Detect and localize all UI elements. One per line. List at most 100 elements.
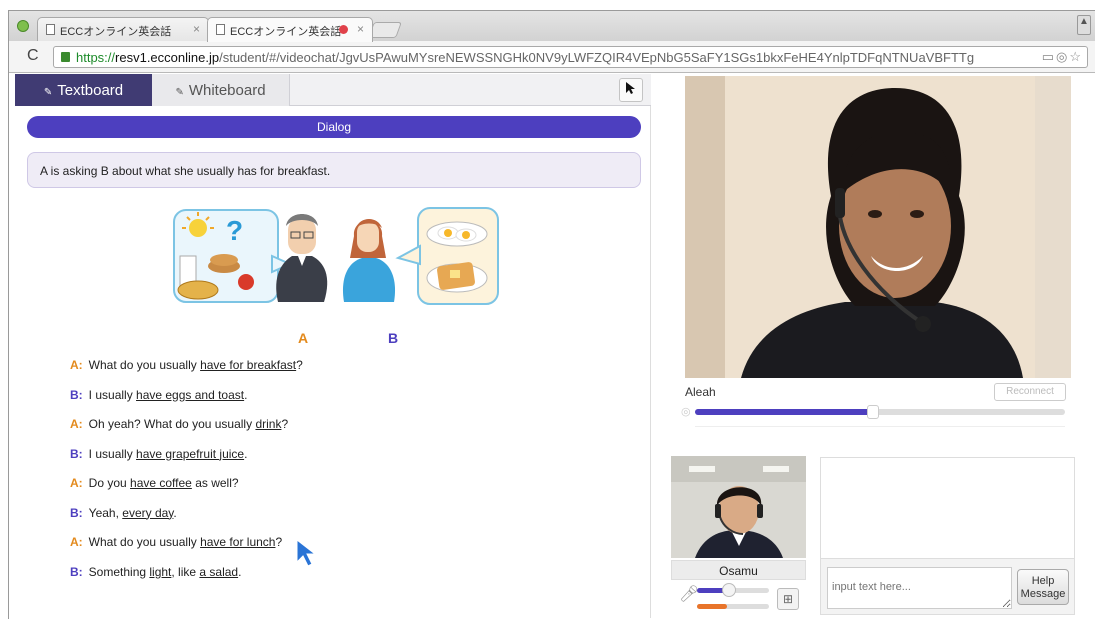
browser-tab-2[interactable]: ECCオンライン英会話 × — [207, 17, 373, 42]
context-box: A is asking B about what she usually has… — [27, 152, 641, 188]
dialog-line: B: Something light, like a salad. — [70, 565, 241, 579]
tutor-video — [685, 76, 1071, 378]
speaker-label: B: — [70, 564, 83, 579]
speaker-label: A: — [70, 417, 83, 431]
key-phrase: a salad — [199, 564, 239, 579]
illustration-label-b: B — [388, 330, 399, 346]
browser-window: ECCオンライン英会話 × ECCオンライン英会話 × ▲ C https://… — [8, 10, 1095, 619]
url-host: resv1.ecconline.jp — [115, 50, 220, 65]
speaker-label: A: — [70, 358, 83, 372]
section-title: Dialog — [27, 116, 641, 138]
dialog-line: A: Oh yeah? What do you usually drink? — [70, 417, 288, 431]
volume-fill — [695, 409, 873, 415]
reload-icon[interactable]: C — [27, 47, 39, 65]
key-phrase: light — [149, 564, 172, 579]
dialog-line: A: Do you have coffee as well? — [70, 476, 239, 490]
speaker-label: B: — [70, 387, 83, 402]
speaker-label: B: — [70, 505, 83, 520]
chat-box: Help Message — [820, 457, 1075, 615]
tab-textboard[interactable]: ✎ Textboard — [15, 74, 152, 106]
mic-level-fill — [697, 604, 728, 609]
dialog-text: I usually — [88, 387, 137, 402]
speaker-label: A: — [70, 476, 83, 490]
microphone-icon: 🎤︎ — [679, 586, 700, 603]
dialog-text: ? — [275, 535, 283, 549]
key-phrase: have coffee — [130, 476, 192, 490]
dialog-line: B: I usually have eggs and toast. — [70, 388, 247, 402]
chat-footer: Help Message — [821, 558, 1074, 614]
dialog-text: , like — [171, 564, 200, 579]
pointer-tool-button[interactable] — [619, 78, 643, 102]
tab-label: Whiteboard — [188, 82, 266, 99]
dialog-text: . — [244, 387, 248, 402]
speaker-label: A: — [70, 535, 83, 549]
new-tab-button[interactable] — [368, 22, 402, 38]
dialog-text: I usually — [88, 446, 137, 461]
board-tabs: ✎ Textboard ✎ Whiteboard — [15, 74, 651, 106]
key-phrase: have for lunch — [200, 535, 276, 549]
dialog-line: B: Yeah, every day. — [70, 506, 177, 520]
mouse-pointer-icon — [296, 538, 317, 567]
dialog-line: A: What do you usually have for lunch? — [70, 535, 282, 549]
cursor-icon — [626, 82, 635, 94]
dialog-text: Something — [88, 564, 150, 579]
layout-icon: ⊞ — [782, 592, 794, 606]
tab-strip: ECCオンライン英会話 × ECCオンライン英会話 × ▲ — [9, 11, 1095, 42]
close-tab-icon[interactable]: × — [357, 22, 364, 36]
pencil-icon: ✎ — [43, 87, 53, 98]
dialog-text: Do you — [88, 476, 131, 490]
mic-level-meter — [697, 604, 769, 609]
mic-slider-handle[interactable] — [722, 583, 737, 597]
key-phrase: have for breakfast — [200, 358, 297, 372]
tab-title: ECCオンライン英会話 — [60, 26, 172, 38]
dialog-text: Oh yeah? What do you usually — [88, 417, 256, 431]
volume-slider-handle[interactable] — [866, 405, 879, 419]
address-bar-row: C https://resv1.ecconline.jp/student/#/v… — [9, 41, 1095, 73]
dialog-text: Yeah, — [88, 505, 123, 520]
url-scheme: https:// — [76, 50, 116, 65]
app-icon[interactable] — [17, 20, 29, 32]
illustration-label-a: A — [298, 330, 309, 346]
dialog-text: ? — [281, 417, 289, 431]
dialog-line: A: What do you usually have for breakfast… — [70, 358, 303, 372]
page-icon — [46, 24, 55, 35]
dialog-line: B: I usually have grapefruit juice. — [70, 447, 247, 461]
tab-title: ECCオンライン英会話 — [230, 26, 342, 38]
chat-input[interactable] — [827, 567, 1012, 609]
speaker-icon: ◎ — [681, 406, 691, 418]
recording-icon — [339, 25, 348, 34]
profile-icon[interactable]: ▲ — [1077, 15, 1091, 35]
student-video — [671, 456, 806, 558]
lock-icon — [61, 52, 70, 62]
svg-text:?: ? — [226, 215, 243, 246]
tab-label: Textboard — [57, 82, 124, 99]
close-tab-icon[interactable]: × — [193, 22, 200, 36]
student-name: Osamu — [671, 560, 806, 580]
url-path: /student/#/videochat/JgvUsPAwuMYsreNEWSS… — [219, 50, 975, 65]
dialog-text: . — [173, 505, 177, 520]
address-bar[interactable]: https://resv1.ecconline.jp/student/#/vid… — [53, 46, 1088, 68]
browser-tab-1[interactable]: ECCオンライン英会話 × — [37, 17, 209, 41]
help-message-button[interactable]: Help Message — [1017, 569, 1069, 605]
tab-whiteboard[interactable]: ✎ Whiteboard — [152, 74, 290, 106]
breakfast-illustration: ? A B — [172, 206, 502, 354]
key-phrase: have eggs and toast — [136, 387, 245, 402]
extension-icons[interactable]: ▭◎☆ — [1042, 49, 1083, 65]
dialog-text: . — [244, 446, 248, 461]
dialog-text: What do you usually — [88, 535, 201, 549]
page-icon — [216, 24, 225, 35]
reconnect-button[interactable]: Reconnect — [994, 383, 1066, 401]
key-phrase: drink — [255, 417, 282, 431]
volume-slider[interactable] — [695, 405, 1065, 419]
speaker-label: B: — [70, 446, 83, 461]
textboard-content: Dialog A is asking B about what she usua… — [15, 106, 651, 618]
dialog-text: What do you usually — [88, 358, 201, 372]
key-phrase: every day — [122, 505, 174, 520]
layout-toggle-button[interactable]: ⊞ — [777, 588, 799, 610]
divider — [695, 426, 1065, 427]
mic-volume-slider[interactable] — [697, 583, 769, 597]
tutor-name: Aleah — [685, 385, 716, 399]
dialog-text: as well? — [191, 476, 239, 490]
pencil-icon: ✎ — [175, 87, 184, 98]
key-phrase: have grapefruit juice — [136, 446, 245, 461]
